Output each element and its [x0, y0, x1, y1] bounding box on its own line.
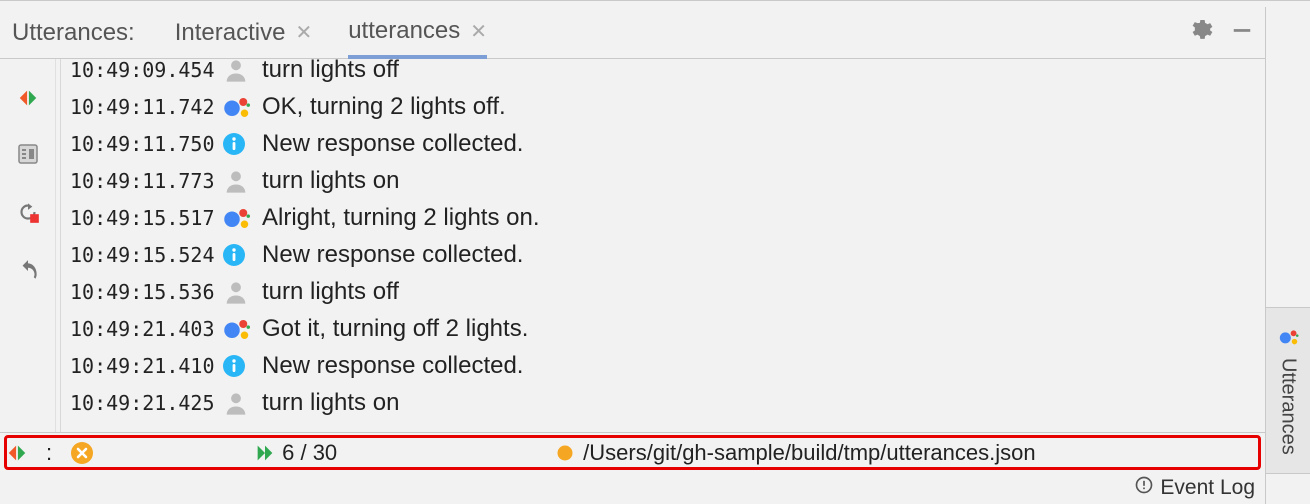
log-timestamp: 10:49:21.425: [70, 391, 222, 415]
undo-icon[interactable]: [15, 258, 41, 289]
event-log-label[interactable]: Event Log: [1160, 476, 1255, 500]
log-message: Alright, turning 2 lights on.: [262, 204, 540, 232]
log-row[interactable]: 10:49:11.750 New response collected.: [70, 125, 1265, 162]
status-count-text: 6 / 30: [282, 440, 337, 466]
event-log-icon[interactable]: [1134, 475, 1154, 501]
log-row[interactable]: 10:49:15.517 Alright, turning 2 lights on…: [70, 199, 1265, 236]
log-area[interactable]: 10:49:09.454 turn lights off 10:49:11.742 O…: [56, 59, 1265, 432]
user-icon: [222, 389, 262, 417]
tab-label: utterances: [348, 17, 460, 45]
info-icon: [222, 243, 262, 267]
log-message: OK, turning 2 lights off.: [262, 93, 506, 121]
log-timestamp: 10:49:11.773: [70, 169, 222, 193]
user-icon: [222, 59, 262, 84]
tab-utterances[interactable]: utterances ✕: [348, 7, 487, 59]
status-file: /Users/git/gh-sample/build/tmp/utterance…: [555, 440, 1035, 466]
layout-icon[interactable]: [16, 142, 40, 171]
log-row[interactable]: 10:49:21.425 turn lights on: [70, 384, 1265, 421]
assistant-icon: [222, 92, 262, 122]
user-icon: [222, 278, 262, 306]
gear-icon[interactable]: [1187, 17, 1213, 48]
assistant-icon: [1277, 326, 1300, 348]
log-timestamp: 10:49:15.524: [70, 243, 222, 267]
status-path-text: /Users/git/gh-sample/build/tmp/utterance…: [583, 440, 1035, 466]
log-timestamp: 10:49:15.517: [70, 206, 222, 230]
log-message: turn lights off: [262, 278, 399, 306]
log-timestamp: 10:49:09.454: [70, 59, 222, 82]
status-bar: : 6 / 30 /Users/git/gh-sample/build/tmp/…: [0, 432, 1265, 472]
log-message: turn lights on: [262, 167, 399, 195]
log-row[interactable]: 10:49:15.536 turn lights off: [70, 273, 1265, 310]
log-row[interactable]: 10:49:11.773 turn lights on: [70, 162, 1265, 199]
log-message: New response collected.: [262, 130, 523, 158]
tab-interactive[interactable]: Interactive ✕: [175, 7, 312, 59]
right-tab-utterances[interactable]: Utterances: [1266, 307, 1310, 474]
log-message: New response collected.: [262, 352, 523, 380]
log-timestamp: 10:49:11.742: [70, 95, 222, 119]
log-row[interactable]: 10:49:11.742 OK, turning 2 lights off.: [70, 88, 1265, 125]
panel-title: Utterances:: [12, 19, 135, 47]
log-row[interactable]: 10:49:09.454 turn lights off: [70, 59, 1265, 88]
log-timestamp: 10:49:21.410: [70, 354, 222, 378]
minimize-icon[interactable]: [1231, 19, 1253, 46]
log-message: New response collected.: [262, 241, 523, 269]
tab-bar: Utterances: Interactive ✕ utterances ✕: [0, 7, 1265, 59]
info-icon: [222, 132, 262, 156]
status-progress: 6 / 30: [254, 440, 337, 466]
log-timestamp: 10:49:15.536: [70, 280, 222, 304]
close-icon[interactable]: ✕: [470, 19, 487, 44]
status-colon: :: [46, 440, 52, 466]
assistant-icon: [222, 203, 262, 233]
side-toolbar: [0, 59, 56, 432]
log-timestamp: 10:49:21.403: [70, 317, 222, 341]
status-run-icon[interactable]: [6, 442, 28, 464]
assistant-icon: [222, 314, 262, 344]
right-tab-label: Utterances: [1277, 358, 1300, 455]
info-icon: [222, 354, 262, 378]
right-rail: Utterances: [1266, 7, 1310, 504]
log-message: Got it, turning off 2 lights.: [262, 315, 528, 343]
log-timestamp: 10:49:11.750: [70, 132, 222, 156]
rerun-stop-icon[interactable]: [15, 199, 41, 230]
log-message: turn lights off: [262, 59, 399, 84]
run-flip-icon[interactable]: [17, 87, 39, 114]
user-icon: [222, 167, 262, 195]
status-cancel-icon[interactable]: [70, 441, 94, 465]
log-row[interactable]: 10:49:21.403 Got it, turning off 2 lights…: [70, 310, 1265, 347]
log-row[interactable]: 10:49:21.410 New response collected.: [70, 347, 1265, 384]
close-icon[interactable]: ✕: [295, 20, 312, 45]
log-message: turn lights on: [262, 389, 399, 417]
log-row[interactable]: 10:49:15.524 New response collected.: [70, 236, 1265, 273]
footer-bar: Event Log: [0, 472, 1265, 504]
tab-label: Interactive: [175, 19, 286, 47]
